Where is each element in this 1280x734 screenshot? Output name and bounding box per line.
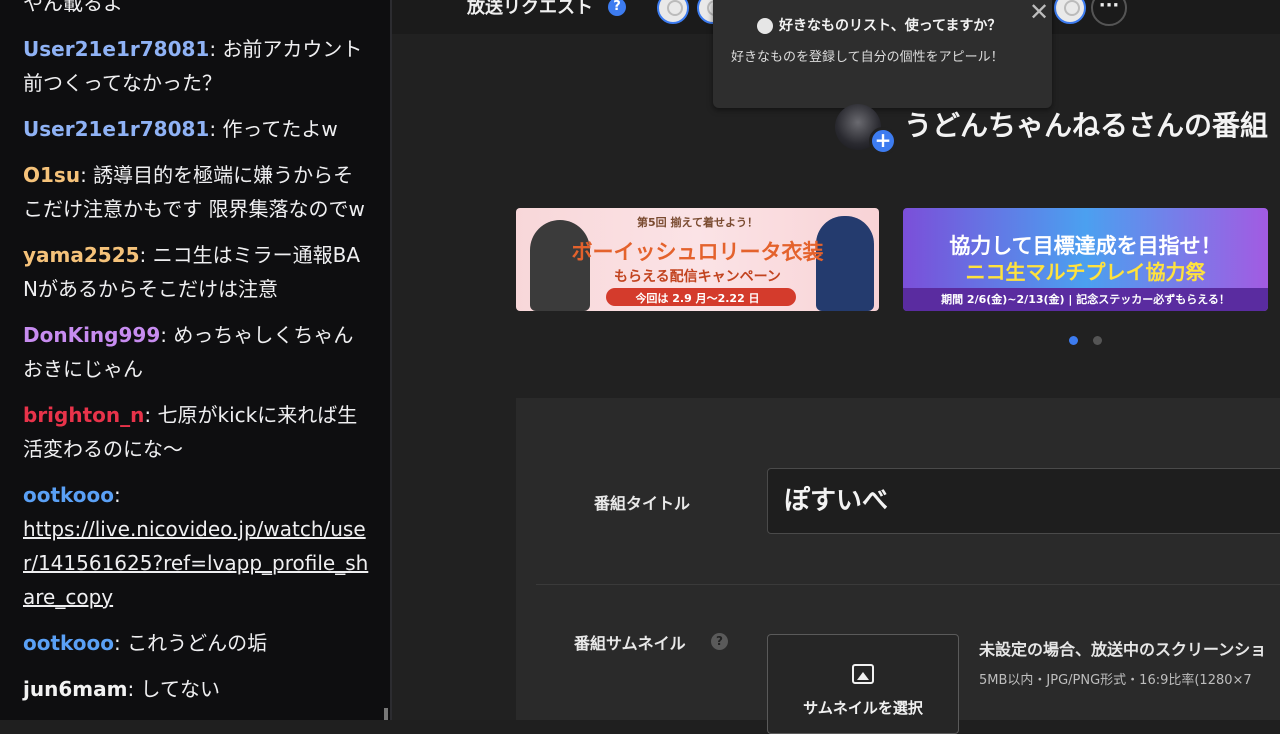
chat-separator: : — [80, 163, 94, 187]
chat-username[interactable]: User21e1r78081 — [23, 117, 209, 141]
chat-message: jun6mam: してない — [23, 672, 373, 706]
chat-separator: : — [139, 243, 153, 267]
more-options-button[interactable]: ··· — [1091, 0, 1127, 26]
chat-scrollbar[interactable] — [384, 708, 388, 720]
request-user-avatar[interactable] — [1054, 0, 1086, 24]
chat-username[interactable]: ootkooo — [23, 483, 114, 507]
chat-separator: : — [114, 631, 128, 655]
banner-tag: 第5回 揃えて着せよう！ — [637, 216, 758, 229]
banner-headline: ボーイッシュロリータ衣装 — [571, 240, 824, 264]
chat-text: これうどんの垢 — [127, 631, 268, 655]
chat-link[interactable]: https://live.nicovideo.jp/watch/user/141… — [23, 517, 368, 609]
chat-message: やん載るよ — [23, 0, 373, 20]
chat-separator: : — [114, 483, 121, 507]
broadcast-settings-page: 放送リクエスト ? ··· 好きなものリスト、使ってますか？ 好きなものを登録し… — [392, 0, 1280, 734]
close-icon[interactable]: ✕ — [1029, 0, 1049, 26]
chat-panel: やん載るよ User21e1r78081: お前アカウント前つくってなかった？ Us… — [0, 0, 392, 720]
chat-message: brighton_n: 七原がkickに来れば生活変わるのにな〜 — [23, 398, 373, 466]
thumbnail-label: 番組サムネイル — [574, 634, 686, 653]
banner-subline: ニコ生マルチプレイ協力祭 — [965, 260, 1206, 284]
program-title-input[interactable]: ぽすいべ — [767, 468, 1280, 534]
pin-icon — [757, 18, 773, 34]
chat-text: やん載るよ — [23, 0, 123, 15]
chat-username[interactable]: yama2525 — [23, 243, 140, 267]
banner-subline: もらえる配信キャンペーン — [614, 269, 781, 285]
carousel-dot-active[interactable] — [1069, 336, 1078, 345]
chat-text: してない — [140, 677, 220, 701]
chat-message: DonKing999: めっちゃしくちゃんおきにじゃん — [23, 318, 373, 386]
title-label: 番組タイトル — [594, 494, 691, 513]
request-user-avatar[interactable] — [657, 0, 689, 24]
select-thumbnail-label: サムネイルを選択 — [803, 699, 923, 717]
chat-username[interactable]: O1su — [23, 163, 80, 187]
select-thumbnail-button[interactable]: サムネイルを選択 — [767, 634, 959, 734]
carousel-dot[interactable] — [1093, 336, 1102, 345]
chat-separator: : — [160, 323, 174, 347]
campaign-banner-costume[interactable]: 第5回 揃えて着せよう！ ボーイッシュロリータ衣装 もらえる配信キャンペーン 今… — [516, 208, 879, 311]
chat-separator: : — [209, 117, 223, 141]
image-icon — [852, 664, 874, 684]
follow-plus-icon[interactable]: + — [869, 127, 897, 155]
thumbnail-default-note: 未設定の場合、放送中のスクリーンショ — [979, 640, 1267, 659]
question-circle-icon[interactable]: ? — [711, 633, 728, 650]
chat-separator: : — [127, 677, 141, 701]
chat-username[interactable]: brighton_n — [23, 403, 144, 427]
chat-username[interactable]: ootkooo — [23, 631, 114, 655]
chat-username[interactable]: DonKing999 — [23, 323, 160, 347]
tooltip-title: 好きなものリスト、使ってますか？ — [779, 18, 1002, 34]
broadcast-request-title: 放送リクエスト — [467, 0, 593, 18]
chat-separator: : — [144, 403, 158, 427]
chat-message: User21e1r78081: お前アカウント前つくってなかった？ — [23, 32, 373, 100]
program-settings-form: 番組タイトル ぽすいべ 番組サムネイル ? サムネイルを選択 未設定の場合、放送… — [516, 398, 1280, 734]
channel-program-title: うどんちゃんねるさんの番組 — [904, 109, 1269, 142]
chat-message: ootkooo: https://live.nicovideo.jp/watch… — [23, 478, 373, 614]
favorites-tooltip: 好きなものリスト、使ってますか？ 好きなものを登録して自分の個性をアピール！ ✕ — [713, 0, 1052, 108]
divider — [536, 584, 1280, 585]
chat-separator: : — [209, 37, 223, 61]
tooltip-body: 好きなものを登録して自分の個性をアピール！ — [731, 50, 1004, 65]
chat-text: 作ってたよw — [222, 117, 338, 141]
thumbnail-format-note: 5MB以内・JPG/PNG形式・16:9比率(1280×7 — [979, 673, 1252, 688]
question-circle-icon[interactable]: ? — [608, 0, 626, 16]
chat-username[interactable]: User21e1r78081 — [23, 37, 209, 61]
banner-date: 期間 2/6(金)~2/13(金) | 記念ステッカー必ずもらえる！ — [903, 288, 1268, 311]
chat-message: yama2525: ニコ生はミラー通報BANがあるからそこだけは注意 — [23, 238, 373, 306]
chat-message-list: やん載るよ User21e1r78081: お前アカウント前つくってなかった？ Us… — [23, 0, 373, 718]
campaign-banner-multiplay[interactable]: 協力して目標達成を目指せ！ ニコ生マルチプレイ協力祭 期間 2/6(金)~2/1… — [903, 208, 1268, 311]
banner-date: 今回は 2.9 月〜2.22 日 — [635, 292, 760, 305]
chat-message: ootkooo: これうどんの垢 — [23, 626, 373, 660]
chat-message: O1su: 誘導目的を極端に嫌うからそこだけ注意かもです 限界集落なのでw — [23, 158, 373, 226]
chat-message: User21e1r78081: 作ってたよw — [23, 112, 373, 146]
chat-username[interactable]: jun6mam — [23, 677, 127, 701]
